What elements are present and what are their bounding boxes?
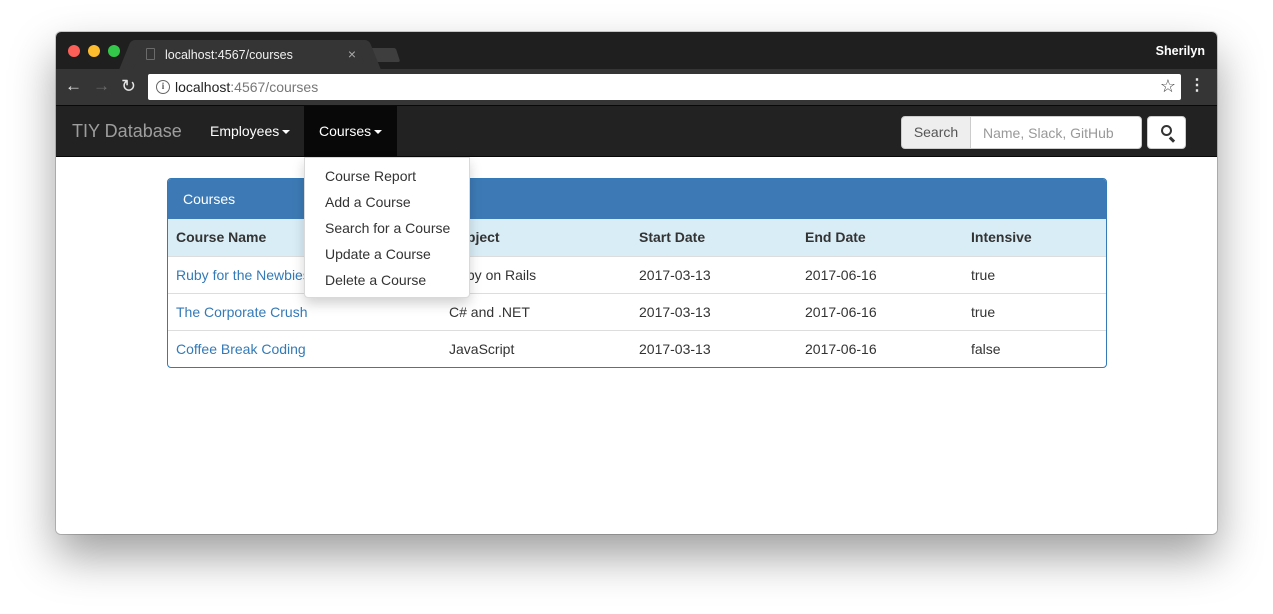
caret-down-icon bbox=[282, 130, 291, 135]
courses-dropdown-menu: Course Report Add a Course Search for a … bbox=[304, 157, 470, 298]
back-arrow-icon[interactable]: ← bbox=[65, 77, 82, 95]
magnifier-icon bbox=[1161, 125, 1172, 136]
profile-name[interactable]: Sherilyn bbox=[1156, 44, 1205, 58]
browser-window: localhost:4567/courses × Sherilyn ← → ↻ … bbox=[56, 32, 1217, 534]
bookmark-star-icon[interactable]: ☆ bbox=[1160, 76, 1176, 97]
url-host: localhost bbox=[175, 79, 231, 95]
navbar-brand[interactable]: TIY Database bbox=[72, 121, 182, 142]
course-link[interactable]: The Corporate Crush bbox=[176, 304, 308, 320]
menu-item-update-course[interactable]: Update a Course bbox=[305, 241, 469, 267]
menu-item-course-report[interactable]: Course Report bbox=[305, 163, 469, 189]
caret-down-icon bbox=[374, 130, 383, 135]
end-date-cell: 2017-06-16 bbox=[797, 292, 963, 330]
course-link[interactable]: Coffee Break Coding bbox=[176, 341, 306, 357]
start-date-cell: 2017-03-13 bbox=[631, 292, 797, 330]
menu-item-add-course[interactable]: Add a Course bbox=[305, 189, 469, 215]
subject-cell: JavaScript bbox=[441, 329, 631, 367]
course-name-cell: Coffee Break Coding bbox=[168, 329, 441, 367]
browser-menu-icon[interactable]: ⋮ bbox=[1189, 76, 1205, 96]
forward-arrow-icon[interactable]: → bbox=[93, 77, 110, 95]
menu-item-delete-course[interactable]: Delete a Course bbox=[305, 267, 469, 293]
table-row: The Corporate Crush C# and .NET 2017-03-… bbox=[168, 292, 1106, 330]
magnifier-handle bbox=[1169, 136, 1176, 143]
nav-courses-label: Courses bbox=[319, 123, 372, 139]
column-header: Intensive bbox=[963, 219, 1106, 257]
page-content: TIY Database Employees Courses Search Co… bbox=[56, 105, 1217, 534]
start-date-cell: 2017-03-13 bbox=[631, 329, 797, 367]
close-tab-icon[interactable]: × bbox=[348, 46, 356, 62]
tab-title: localhost:4567/courses bbox=[165, 48, 293, 62]
end-date-cell: 2017-06-16 bbox=[805, 266, 877, 283]
subject-cell: C# and .NET bbox=[441, 292, 631, 330]
start-date-cell: 2017-03-13 bbox=[639, 266, 711, 283]
column-header: End Date bbox=[797, 219, 963, 257]
minimize-window-button[interactable] bbox=[88, 45, 100, 57]
search-label: Search bbox=[901, 116, 971, 149]
intensive-cell: false bbox=[963, 329, 1106, 367]
info-icon[interactable]: i bbox=[156, 80, 170, 94]
maximize-window-button[interactable] bbox=[108, 45, 120, 57]
nav-courses-dropdown[interactable]: Courses bbox=[304, 106, 398, 156]
nav-employees-label: Employees bbox=[210, 123, 280, 139]
column-header: Start Date bbox=[631, 219, 797, 257]
table-row: Coffee Break Coding JavaScript 2017-03-1… bbox=[168, 329, 1106, 367]
search-input[interactable] bbox=[970, 116, 1142, 149]
page-icon bbox=[146, 48, 155, 60]
browser-toolbar: ← → ↻ i localhost:4567/courses ☆ ⋮ bbox=[56, 69, 1217, 105]
address-bar[interactable]: i localhost:4567/courses ☆ bbox=[148, 74, 1181, 100]
url-text[interactable]: localhost:4567/courses bbox=[175, 79, 318, 95]
close-window-button[interactable] bbox=[68, 45, 80, 57]
course-link[interactable]: Ruby for the Newbies bbox=[176, 267, 310, 283]
course-name-cell: The Corporate Crush bbox=[168, 292, 441, 330]
intensive-cell: true bbox=[971, 266, 996, 283]
menu-item-search-course[interactable]: Search for a Course bbox=[305, 215, 469, 241]
reload-icon[interactable]: ↻ bbox=[121, 77, 136, 95]
tab-active[interactable]: localhost:4567/courses × bbox=[132, 40, 368, 70]
navbar: TIY Database Employees Courses Search bbox=[56, 105, 1217, 157]
intensive-cell: true bbox=[963, 292, 1106, 330]
tab-strip: localhost:4567/courses × Sherilyn bbox=[56, 32, 1217, 70]
end-date-cell: 2017-06-16 bbox=[797, 329, 963, 367]
url-path: :4567/courses bbox=[230, 79, 319, 95]
search-button[interactable] bbox=[1147, 116, 1186, 149]
nav-employees-dropdown[interactable]: Employees bbox=[195, 106, 305, 156]
